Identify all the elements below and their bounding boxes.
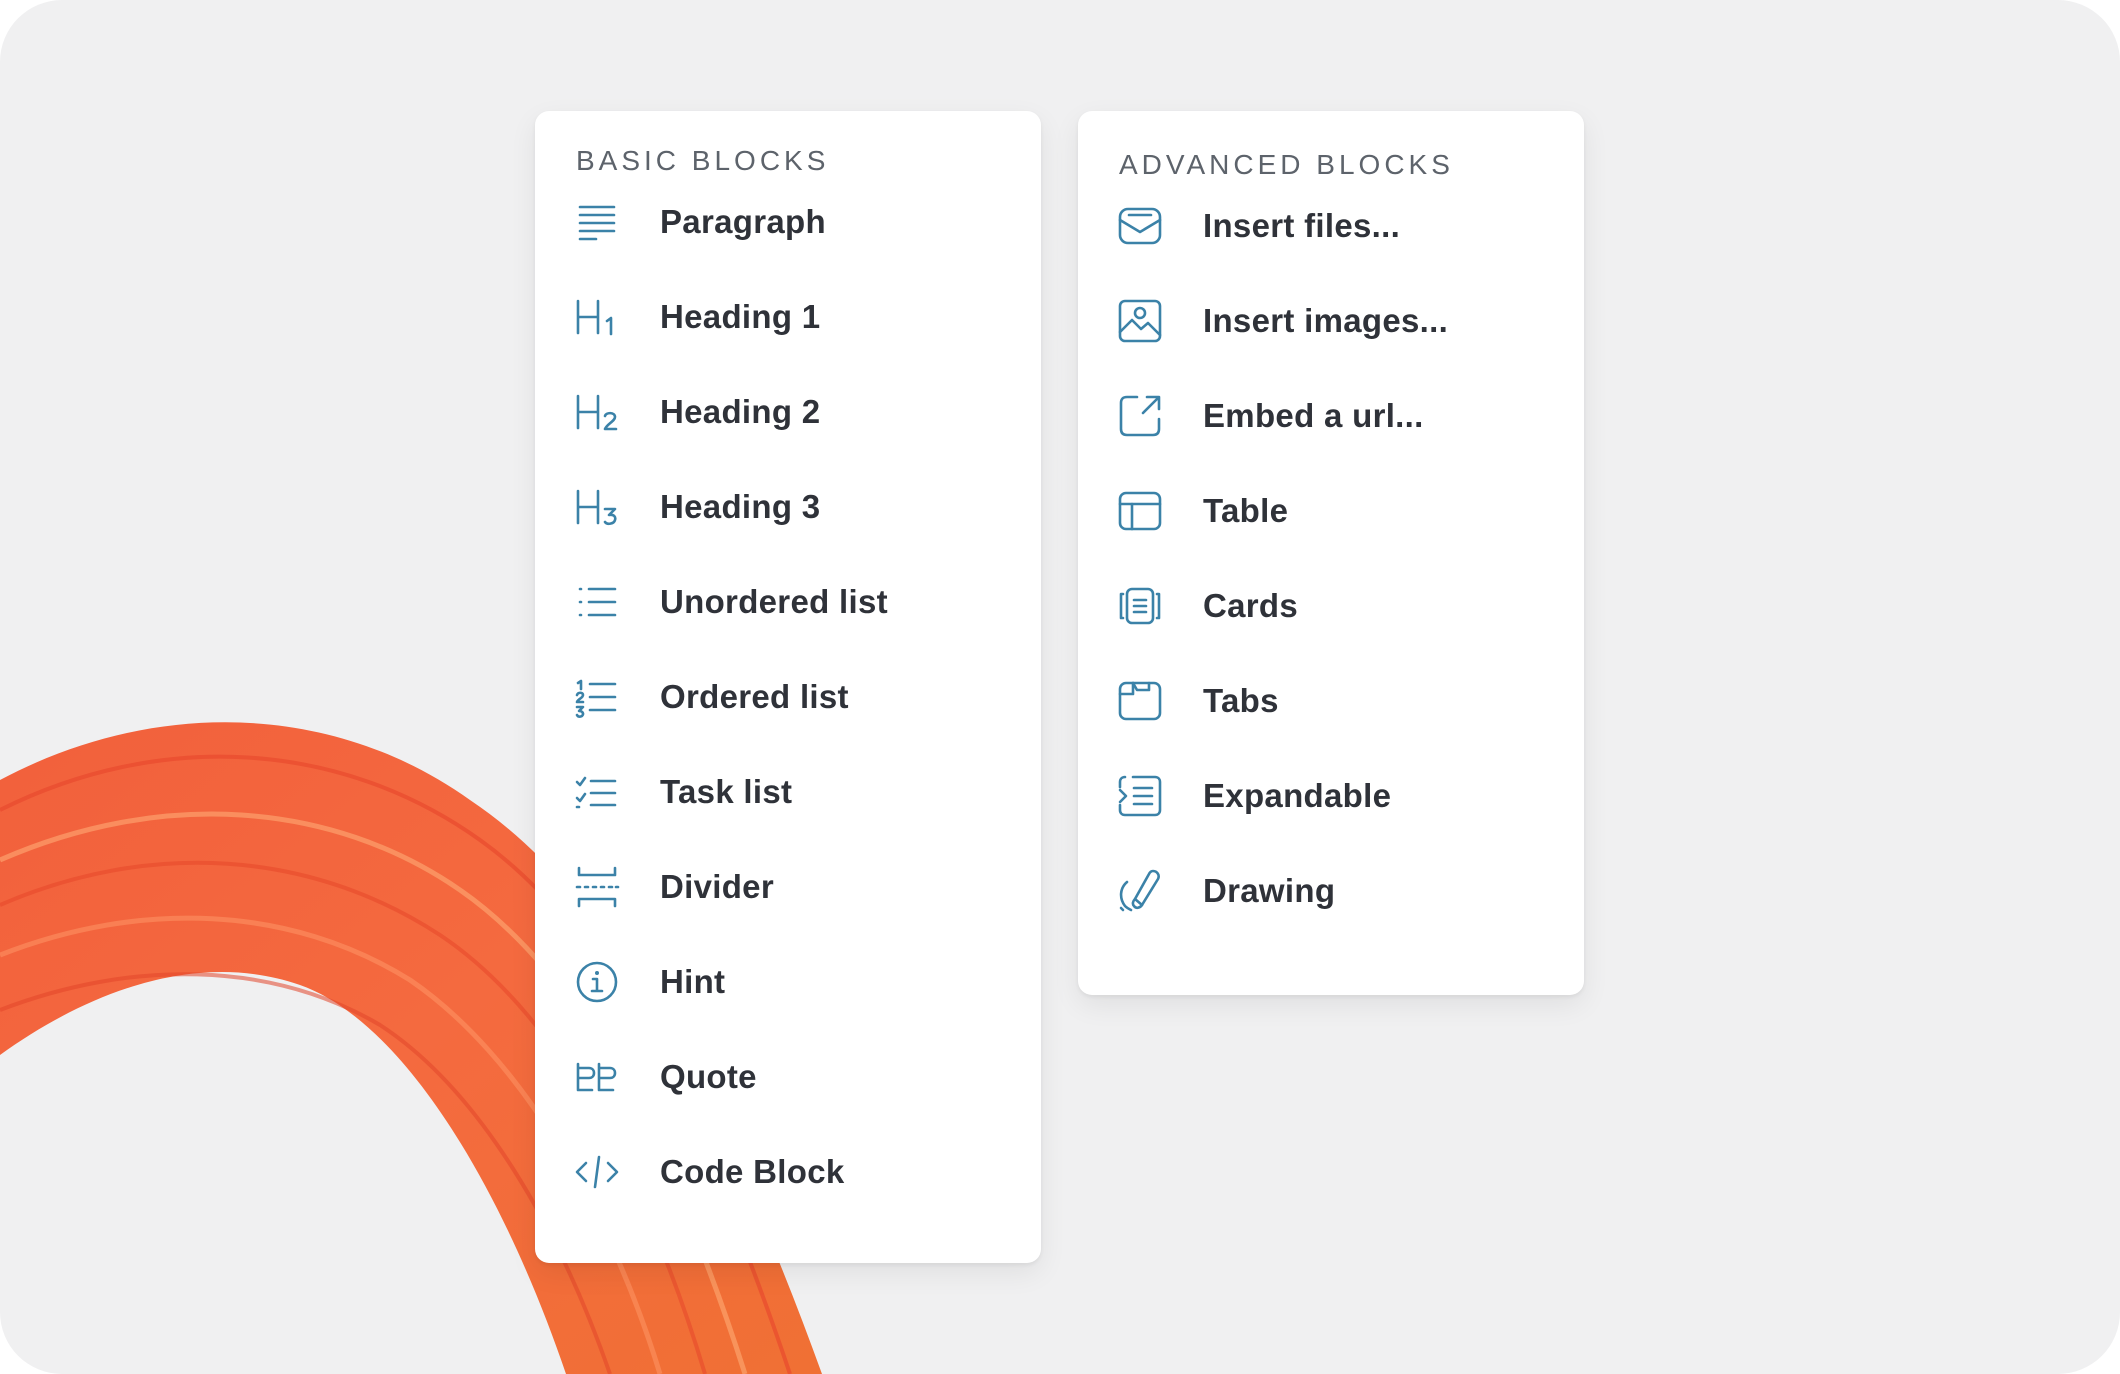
image-icon <box>1117 298 1163 344</box>
menu-item-label: Ordered list <box>660 677 849 715</box>
menu-item-task-list[interactable]: Task list <box>535 744 1041 839</box>
menu-item-label: Expandable <box>1203 776 1392 814</box>
tabs-icon <box>1117 678 1163 724</box>
menu-item-label: Tabs <box>1203 681 1279 719</box>
menu-item-label: Quote <box>660 1057 757 1095</box>
menu-item-label: Embed a url... <box>1203 396 1424 434</box>
menu-item-paragraph[interactable]: Paragraph <box>535 174 1041 269</box>
menu-item-label: Table <box>1203 491 1289 529</box>
file-inbox-icon <box>1117 203 1163 249</box>
expandable-icon <box>1117 773 1163 819</box>
task-list-icon <box>574 769 620 815</box>
menu-item-label: Task list <box>660 772 793 810</box>
code-icon <box>574 1149 620 1195</box>
section-title-advanced: ADVANCED BLOCKS <box>1119 149 1454 180</box>
cards-icon <box>1117 583 1163 629</box>
external-link-icon <box>1117 393 1163 439</box>
heading-1-icon <box>574 294 620 340</box>
quote-icon <box>574 1054 620 1100</box>
info-icon <box>574 959 620 1005</box>
menu-item-label: Paragraph <box>660 202 826 240</box>
paragraph-icon <box>574 199 620 245</box>
menu-item-unordered-list[interactable]: Unordered list <box>535 554 1041 649</box>
menu-item-label: Drawing <box>1203 871 1336 909</box>
menu-item-drawing[interactable]: Drawing <box>1078 843 1584 938</box>
menu-item-expandable[interactable]: Expandable <box>1078 748 1584 843</box>
divider-icon <box>574 864 620 910</box>
menu-item-cards[interactable]: Cards <box>1078 558 1584 653</box>
menu-item-label: Heading 3 <box>660 487 821 525</box>
basic-blocks-menu: BASIC BLOCKS Paragraph Heading 1 Heading… <box>535 111 1041 1263</box>
menu-item-insert-images[interactable]: Insert images... <box>1078 273 1584 368</box>
menu-item-label: Insert files... <box>1203 206 1401 244</box>
drawing-icon <box>1117 868 1163 914</box>
menu-item-label: Unordered list <box>660 582 888 620</box>
menu-item-label: Cards <box>1203 586 1299 624</box>
menu-item-heading-1[interactable]: Heading 1 <box>535 269 1041 364</box>
menu-item-hint[interactable]: Hint <box>535 934 1041 1029</box>
menu-item-heading-3[interactable]: Heading 3 <box>535 459 1041 554</box>
section-title-basic: BASIC BLOCKS <box>576 145 830 176</box>
menu-item-label: Heading 2 <box>660 392 821 430</box>
canvas-background: BASIC BLOCKS Paragraph Heading 1 Heading… <box>0 0 2120 1374</box>
menu-item-quote[interactable]: Quote <box>535 1029 1041 1124</box>
menu-item-code-block[interactable]: Code Block <box>535 1124 1041 1219</box>
menu-item-ordered-list[interactable]: Ordered list <box>535 649 1041 744</box>
basic-blocks-list: Paragraph Heading 1 Heading 2 Heading 3 … <box>535 174 1041 1219</box>
menu-item-label: Code Block <box>660 1152 845 1190</box>
menu-item-label: Insert images... <box>1203 301 1449 339</box>
decorative-ribbon <box>0 722 822 1374</box>
menu-item-insert-files[interactable]: Insert files... <box>1078 178 1584 273</box>
menu-item-label: Divider <box>660 867 774 905</box>
ordered-list-icon <box>574 674 620 720</box>
unordered-list-icon <box>574 579 620 625</box>
menu-item-label: Hint <box>660 962 726 1000</box>
table-icon <box>1117 488 1163 534</box>
menu-item-divider[interactable]: Divider <box>535 839 1041 934</box>
menu-item-embed-url[interactable]: Embed a url... <box>1078 368 1584 463</box>
menu-item-table[interactable]: Table <box>1078 463 1584 558</box>
menu-item-heading-2[interactable]: Heading 2 <box>535 364 1041 459</box>
menu-item-label: Heading 1 <box>660 297 821 335</box>
heading-2-icon <box>574 389 620 435</box>
menu-item-tabs[interactable]: Tabs <box>1078 653 1584 748</box>
advanced-blocks-list: Insert files... Insert images... Embed a… <box>1078 178 1584 938</box>
heading-3-icon <box>574 484 620 530</box>
advanced-blocks-menu: ADVANCED BLOCKS Insert files... Insert i… <box>1078 111 1584 995</box>
